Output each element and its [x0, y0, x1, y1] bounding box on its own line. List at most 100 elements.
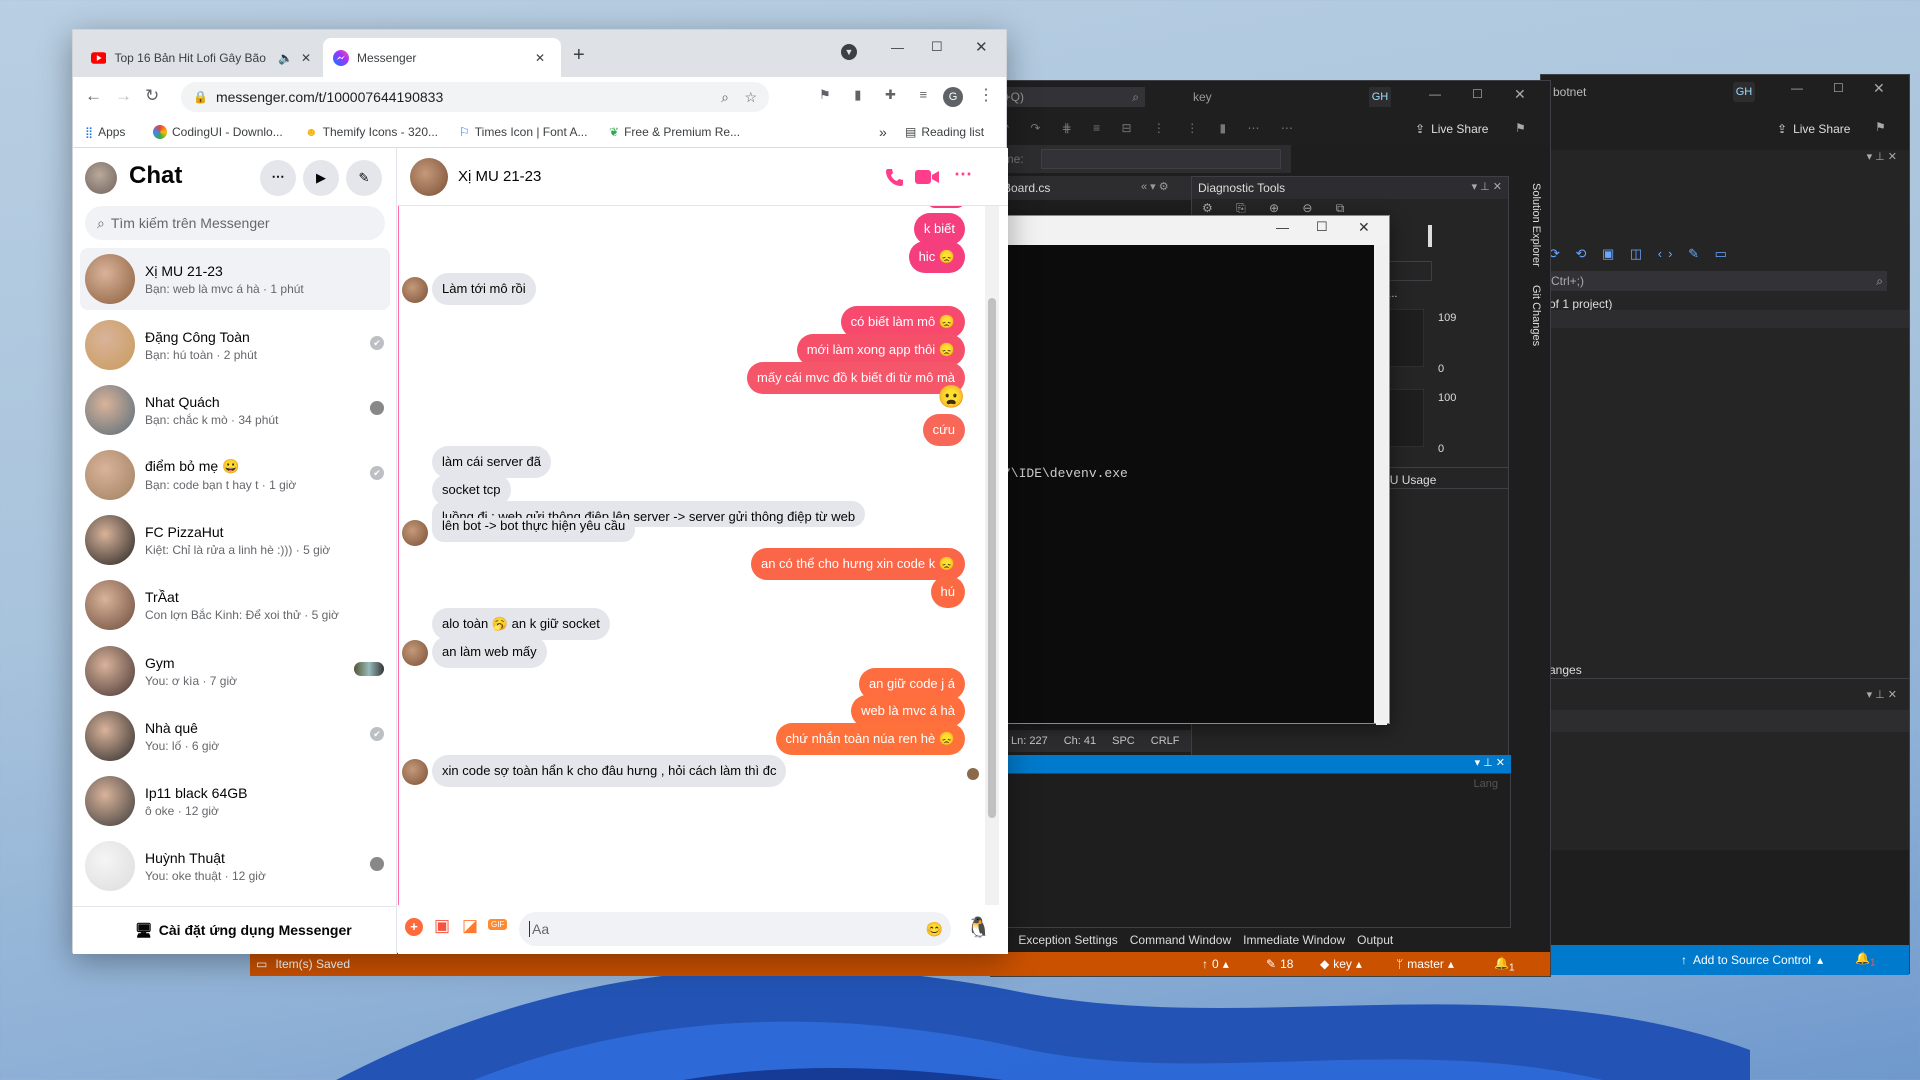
video-call-icon[interactable]: [915, 169, 939, 185]
conversation-item[interactable]: Đặng Công Toàn Bạn: hú toàn · 2 phút ✔: [80, 314, 390, 376]
incoming-message[interactable]: xin code sợ toàn hẩn k cho đâu hưng , hỏ…: [432, 755, 787, 787]
outgoing-message[interactable]: hic 😞: [908, 241, 965, 273]
chat-title[interactable]: Xị MU 21-23: [458, 168, 541, 185]
name-dropdown[interactable]: [1041, 149, 1281, 169]
message-scrollbar[interactable]: [985, 206, 999, 905]
close-icon[interactable]: ✕: [975, 38, 988, 56]
phone-icon[interactable]: [884, 167, 904, 187]
sticker-icon[interactable]: ◪: [462, 916, 478, 936]
minimize-icon[interactable]: —: [891, 40, 904, 55]
bookmark-themify[interactable]: ☻ Themify Icons - 320...: [305, 125, 438, 139]
console-scrollbar[interactable]: [1376, 245, 1387, 725]
vs-toolbar-icons[interactable]: ↶ ↷ ⋕ ≡ ⊟ ⋮ ⋮ ▮ ⋯ ⋯: [999, 121, 1302, 135]
new-message-button[interactable]: ✎: [346, 160, 382, 196]
panel-pin-icons[interactable]: ▾ ⊥ ✕: [1541, 150, 1909, 172]
tab-immediate-window[interactable]: Immediate Window: [1243, 933, 1345, 951]
outgoing-message[interactable]: hú: [930, 576, 965, 608]
maximize-icon[interactable]: ☐: [1472, 87, 1483, 101]
menu-kebab-icon[interactable]: ⋮: [978, 85, 994, 105]
branch-status[interactable]: ᛘ master ▴: [1396, 957, 1454, 971]
quick-reaction-icon[interactable]: 🐧: [966, 915, 991, 940]
feedback-icon[interactable]: ⚑: [1875, 120, 1886, 134]
address-bar[interactable]: 🔒 messenger.com/t/100007644190833 ⌕ ☆: [181, 82, 769, 112]
bookmark-codingui[interactable]: CodingUI - Downlo...: [153, 125, 283, 139]
conversation-item[interactable]: Nhat Quách Bạn: chắc k mò · 34 phút: [80, 379, 390, 441]
tab-exception-settings[interactable]: Exception Settings: [1018, 933, 1117, 951]
user-avatar[interactable]: GH: [1733, 82, 1755, 102]
maximize-icon[interactable]: ☐: [931, 39, 943, 55]
sender-avatar[interactable]: [402, 759, 428, 785]
incoming-message[interactable]: lên bot -> bot thực hiện yêu cầu: [432, 518, 636, 542]
maximize-icon[interactable]: ☐: [1833, 81, 1844, 95]
outgoing-message[interactable]: an có thể cho hưng xin code k 😞: [750, 548, 965, 580]
sender-avatar[interactable]: [402, 640, 428, 666]
outgoing-message[interactable]: chứ nhắn toàn núa ren hè 😞: [775, 723, 965, 755]
close-tab-icon[interactable]: ✕: [535, 51, 545, 65]
add-source-control-button[interactable]: ↑ Add to Source Control ▴: [1681, 953, 1823, 967]
back-icon[interactable]: ←: [85, 86, 102, 106]
vs-search-input[interactable]: l+Q) ⌕: [995, 87, 1145, 107]
new-tab-button[interactable]: +: [573, 44, 585, 67]
minimize-icon[interactable]: —: [1791, 81, 1803, 95]
tab-command-window[interactable]: Command Window: [1130, 933, 1231, 951]
repo-status[interactable]: ◆ key ▴: [1320, 957, 1362, 971]
new-video-call-button[interactable]: ▶: [303, 160, 339, 196]
minimize-icon[interactable]: —: [1429, 87, 1441, 101]
conversation-item[interactable]: FC PizzaHut Kiệt: Chỉ là rửa a linh hè :)…: [80, 509, 390, 571]
add-more-icon[interactable]: +: [405, 918, 423, 936]
tab-youtube[interactable]: Top 16 Bản Hit Lofi Gây Bão 🔈 ✕: [81, 38, 321, 77]
output-pin-icons[interactable]: ▾ ⊥ ✕: [1475, 756, 1505, 769]
tab-search-icon[interactable]: ▼: [841, 44, 857, 60]
conversation-info-icon[interactable]: ⋯: [954, 164, 972, 185]
options-button[interactable]: ⋯: [260, 160, 296, 196]
solution-search-input[interactable]: Ctrl+;) ⌕: [1547, 271, 1887, 291]
reload-icon[interactable]: ↻: [145, 86, 159, 106]
conversation-item[interactable]: Gym You: ơ kìa · 7 giờ: [80, 640, 390, 702]
zoom-icon[interactable]: ⌕: [721, 89, 729, 106]
push-status[interactable]: ↑ 0 ▴: [1202, 957, 1229, 971]
url-text[interactable]: messenger.com/t/100007644190833: [216, 89, 443, 105]
message-input[interactable]: Aa 😊: [519, 912, 951, 946]
conversation-item[interactable]: Ip11 black 64GB ô oke · 12 giờ: [80, 770, 390, 832]
console-output[interactable]: 7\IDE\devenv.exe: [1003, 245, 1374, 723]
edits-status[interactable]: ✎ 18: [1266, 957, 1293, 971]
panel2-pin-icons[interactable]: ▾ ⊥ ✕: [1541, 688, 1909, 706]
minimize-icon[interactable]: —: [1276, 220, 1289, 235]
image-icon[interactable]: ▣: [434, 916, 450, 936]
conversation-item[interactable]: Huỳnh Thuật You: oke thuật · 12 giờ: [80, 835, 390, 897]
user-avatar[interactable]: GH: [1369, 87, 1391, 107]
sender-avatar[interactable]: [402, 520, 428, 546]
incoming-message[interactable]: Làm tới mô rồi: [432, 273, 536, 305]
close-icon[interactable]: ✕: [1873, 80, 1885, 97]
live-share-button[interactable]: ⇪ Live Share: [1777, 122, 1850, 136]
reading-list[interactable]: ▤ Reading list: [905, 125, 984, 139]
live-share-button[interactable]: ⇪ Live Share: [1415, 122, 1488, 136]
gif-icon[interactable]: GIF: [488, 919, 508, 930]
extension-icons[interactable]: ⚑ ▮ ✚ ≡: [819, 87, 937, 103]
incoming-message[interactable]: an làm web mấy: [432, 636, 547, 668]
outgoing-message[interactable]: mấy cái mvc đồ k biết đi từ mô mà: [747, 362, 965, 394]
conversation-item[interactable]: điểm bỏ mẹ 😀 Bạn: code bạn t hay t · 1 gi…: [80, 444, 390, 506]
feedback-icon[interactable]: ⚑: [1515, 121, 1526, 135]
emoji-message[interactable]: 😦: [938, 386, 965, 408]
bookmark-apps[interactable]: ⣿ Apps: [85, 125, 125, 139]
my-avatar[interactable]: [85, 162, 117, 194]
diag-toolbar[interactable]: ⚙ ⎘ ⊕ ⊖ ⧉: [1202, 201, 1354, 216]
panel-pin-icons[interactable]: ▾ ⊥ ✕: [1472, 180, 1502, 193]
close-tab-icon[interactable]: ✕: [301, 51, 311, 65]
tab-git-changes[interactable]: Git Changes: [1530, 285, 1542, 355]
forward-icon[interactable]: →: [115, 86, 132, 106]
bookmark-star-icon[interactable]: ☆: [744, 89, 757, 106]
tab-output[interactable]: Output: [1357, 933, 1393, 951]
close-icon[interactable]: ✕: [1514, 86, 1526, 103]
tab-solution-explorer[interactable]: Solution Explorer: [1530, 183, 1542, 273]
tab-pin-icons[interactable]: « ▾ ⚙: [1141, 180, 1169, 193]
bookmarks-overflow[interactable]: »: [879, 124, 887, 140]
notification-bell-icon[interactable]: 🔔1: [1494, 956, 1515, 973]
emoji-icon[interactable]: 😊: [926, 921, 943, 938]
maximize-icon[interactable]: ☐: [1316, 219, 1328, 235]
tab-messenger[interactable]: Messenger ✕: [323, 38, 561, 77]
close-icon[interactable]: ✕: [1358, 219, 1370, 236]
bookmark-times-icon[interactable]: ⚐ Times Icon | Font A...: [459, 125, 587, 139]
indent-mode[interactable]: SPC: [1112, 735, 1135, 752]
